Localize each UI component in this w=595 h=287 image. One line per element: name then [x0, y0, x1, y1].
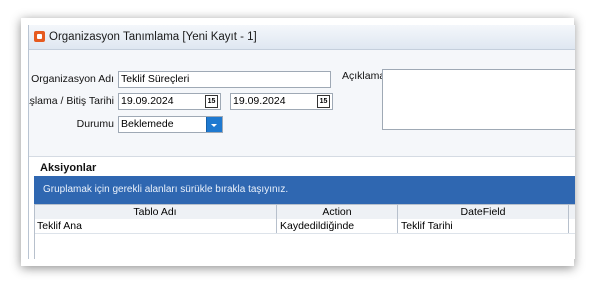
group-by-hint: Gruplamak için gerekli alanları sürükle …: [43, 184, 289, 195]
cell-datefield[interactable]: Teklif Tarihi: [398, 219, 569, 233]
start-date-value: 19.09.2024: [121, 95, 174, 107]
description-label: Açıklama: [342, 70, 386, 82]
status-value: Beklemede: [121, 118, 174, 130]
grid-header: Tablo Adı Action DateField: [34, 204, 575, 220]
column-header-table-name[interactable]: Tablo Adı: [34, 205, 277, 219]
description-textarea[interactable]: [382, 69, 575, 130]
status-label: Durumu: [76, 118, 114, 130]
cell-table-name[interactable]: Teklif Ana: [34, 219, 277, 233]
end-date-input[interactable]: 19.09.2024 15: [230, 93, 333, 110]
column-header-datefield[interactable]: DateField: [398, 205, 569, 219]
date-label: Başlama / Bitiş Tarihi: [29, 95, 114, 107]
cell-action[interactable]: Kaydedildiğinde: [277, 219, 398, 233]
end-date-value: 19.09.2024: [233, 95, 286, 107]
actions-title: Aksiyonlar: [40, 162, 97, 174]
calendar-icon[interactable]: 15: [205, 95, 218, 108]
calendar-icon[interactable]: 15: [317, 95, 330, 108]
window-title: Organizasyon Tanımlama [Yeni Kayıt - 1]: [49, 31, 257, 43]
grid-border: [34, 204, 35, 259]
actions-section: Aksiyonlar Gruplamak için gerekli alanla…: [29, 156, 575, 259]
table-row[interactable]: Teklif Ana Kaydedildiğinde Teklif Tarihi: [34, 219, 575, 234]
title-bar[interactable]: Organizasyon Tanımlama [Yeni Kayıt - 1]: [29, 25, 575, 50]
start-date-input[interactable]: 19.09.2024 15: [118, 93, 221, 110]
organization-window: Organizasyon Tanımlama [Yeni Kayıt - 1] …: [28, 25, 575, 259]
status-select[interactable]: Beklemede: [118, 116, 223, 133]
org-name-input[interactable]: Teklif Süreçleri: [118, 71, 331, 88]
group-by-panel[interactable]: Gruplamak için gerekli alanları sürükle …: [34, 176, 575, 204]
chevron-down-icon[interactable]: [206, 117, 222, 132]
app-icon: [34, 31, 45, 42]
column-header-action[interactable]: Action: [277, 205, 398, 219]
org-name-label: Organizasyon Adı: [31, 73, 114, 85]
